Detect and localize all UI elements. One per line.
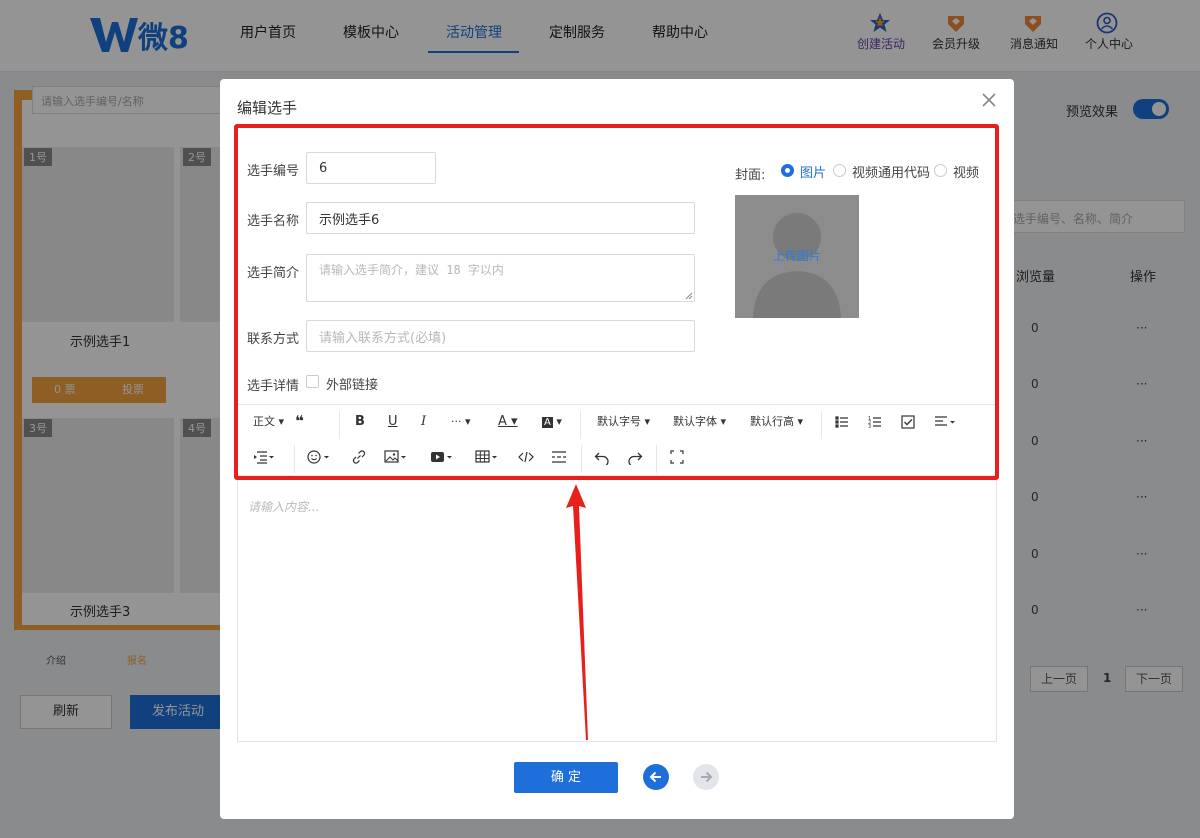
close-icon[interactable] [980,91,998,109]
prev-player-button[interactable] [643,764,669,790]
highlight-box [234,124,999,480]
arrow-right-icon [701,771,713,783]
editor-placeholder: 请输入内容... [248,500,320,514]
confirm-button[interactable]: 确 定 [514,762,618,793]
rich-text-editor[interactable]: 请输入内容... [237,476,997,742]
next-player-button[interactable] [693,764,719,790]
annotation-arrow-icon [566,484,588,740]
arrow-left-icon [649,771,661,783]
dialog-title: 编辑选手 [237,99,298,117]
